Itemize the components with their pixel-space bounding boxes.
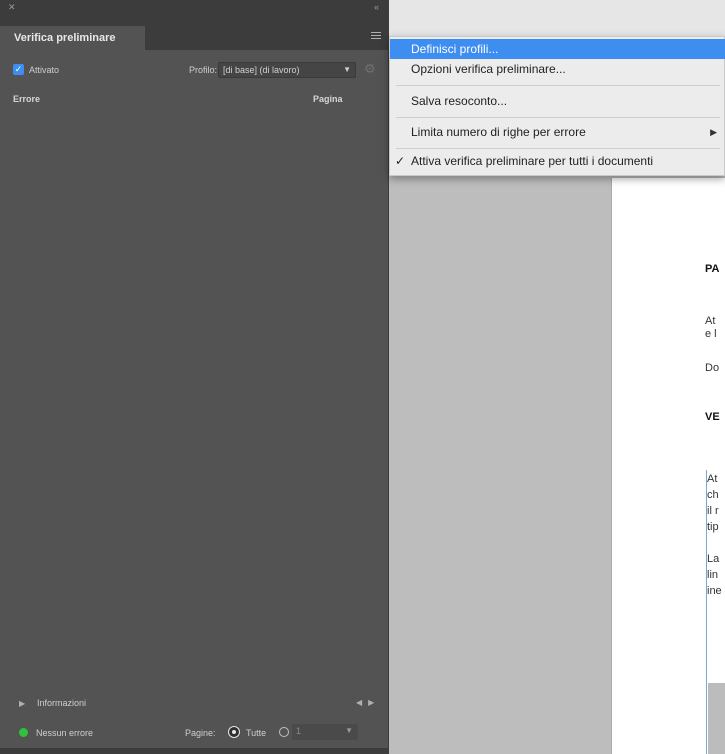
doc-heading: VE — [705, 411, 720, 423]
menu-item-preflight-options[interactable]: Opzioni verifica preliminare... — [390, 59, 725, 79]
pages-range-value: 1 — [296, 726, 302, 736]
pages-label: Pagine: — [185, 728, 216, 738]
menu-item-limit-rows[interactable]: Limita numero di righe per errore ▶ — [390, 122, 725, 142]
nav-arrows-icon[interactable]: ◀▶ — [356, 698, 380, 707]
menu-item-define-profiles[interactable]: Definisci profili... — [390, 39, 725, 59]
menu-item-label: Opzioni verifica preliminare... — [411, 62, 566, 76]
menu-item-label: Definisci profili... — [411, 42, 499, 56]
tab-bar — [145, 26, 389, 50]
menu-separator — [396, 117, 720, 118]
info-label[interactable]: Informazioni — [37, 698, 86, 708]
chevron-down-icon: ▼ — [343, 65, 351, 74]
expand-info-icon[interactable]: ▶ — [19, 699, 25, 708]
enabled-label: Attivato — [29, 65, 60, 75]
menu-item-enable-all-documents[interactable]: ✓ Attiva verifica preliminare per tutti … — [390, 151, 725, 171]
pages-all-radio[interactable] — [229, 727, 239, 737]
panel-header — [0, 0, 389, 26]
column-header-page[interactable]: Pagina — [313, 94, 343, 104]
pages-range-radio[interactable] — [279, 727, 289, 737]
menu-item-label: Attiva verifica preliminare per tutti i … — [411, 154, 654, 168]
column-header-error[interactable]: Errore — [13, 94, 40, 104]
status-text: Nessun errore — [36, 728, 94, 738]
doc-line: lin — [707, 569, 719, 581]
doc-line: Do — [705, 362, 720, 374]
profile-settings-icon[interactable]: ⚙ — [364, 61, 376, 77]
doc-line: At — [707, 473, 718, 485]
close-icon[interactable]: ✕ — [8, 2, 16, 13]
doc-line: ine — [707, 585, 722, 597]
pages-all-label: Tutte — [246, 728, 267, 738]
menu-item-label: Salva resoconto... — [411, 94, 508, 108]
menu-separator — [396, 148, 720, 149]
profile-value: [di base] (di lavoro) — [223, 65, 300, 75]
enabled-checkbox[interactable]: ✓ — [13, 64, 24, 75]
collapse-icon[interactable]: « — [374, 2, 379, 12]
doc-line: La — [707, 553, 720, 565]
menu-item-save-report[interactable]: Salva resoconto... — [390, 91, 725, 111]
submenu-arrow-icon: ▶ — [710, 127, 717, 137]
menu-item-label: Limita numero di righe per errore — [411, 125, 586, 139]
profile-select[interactable]: [di base] (di lavoro) ▼ — [218, 62, 356, 78]
doc-line: tip — [707, 521, 719, 533]
panel-flyout-menu: Definisci profili... Opzioni verifica pr… — [389, 36, 725, 176]
doc-line: il r — [707, 505, 719, 517]
doc-line: e l — [705, 328, 717, 340]
chevron-down-icon: ▼ — [345, 726, 353, 735]
doc-line: ch — [707, 489, 719, 501]
profile-label: Profilo: — [189, 65, 218, 75]
panel-menu-icon[interactable] — [371, 32, 381, 40]
menu-separator — [396, 85, 720, 86]
preflight-panel: ✕ « Verifica preliminare ✓ Attivato Prof… — [0, 0, 389, 754]
status-ok-icon — [19, 728, 28, 737]
tab-preflight[interactable]: Verifica preliminare — [8, 26, 145, 50]
image-frame[interactable] — [708, 683, 725, 754]
pages-range-field[interactable]: 1 ▼ — [292, 724, 358, 740]
doc-line: At — [705, 315, 716, 327]
panel-footer-edge — [0, 748, 389, 754]
pasteboard-top — [389, 0, 725, 36]
checkmark-icon: ✓ — [395, 154, 406, 168]
doc-heading: PA — [705, 263, 720, 275]
